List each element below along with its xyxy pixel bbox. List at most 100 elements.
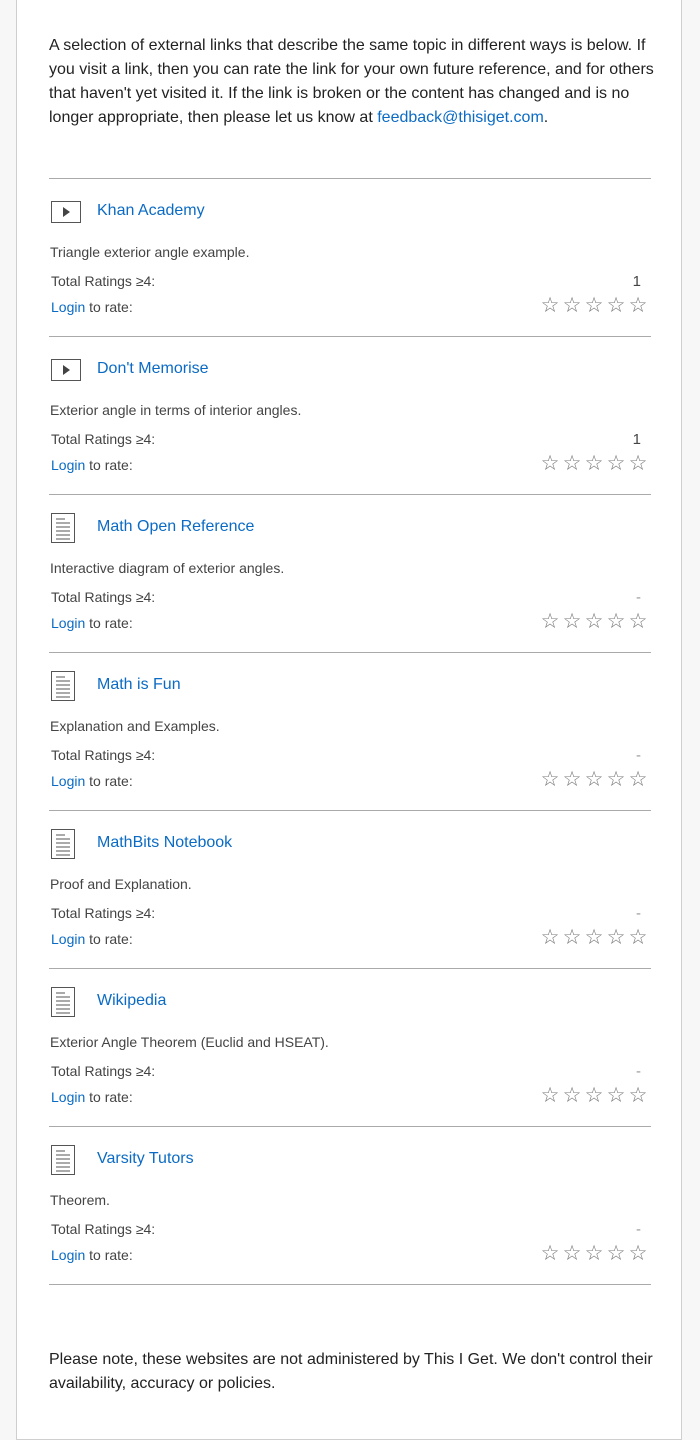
star-1-icon[interactable]: ☆ bbox=[539, 1084, 561, 1106]
star-rating: ☆ ☆ ☆ ☆ ☆ bbox=[539, 294, 649, 316]
to-rate-label: to rate: bbox=[85, 931, 133, 947]
star-4-icon[interactable]: ☆ bbox=[605, 294, 627, 316]
document-icon bbox=[51, 513, 81, 543]
link-title[interactable]: Math is Fun bbox=[97, 675, 181, 695]
login-link[interactable]: Login bbox=[51, 299, 85, 315]
disclaimer-note: Please note, these websites are not admi… bbox=[49, 1351, 653, 1392]
star-4-icon[interactable]: ☆ bbox=[605, 926, 627, 948]
login-link[interactable]: Login bbox=[51, 457, 85, 473]
document-icon bbox=[51, 829, 81, 859]
login-link[interactable]: Login bbox=[51, 1247, 85, 1263]
rate-prompt: Login to rate: bbox=[51, 930, 133, 948]
star-4-icon[interactable]: ☆ bbox=[605, 610, 627, 632]
star-4-icon[interactable]: ☆ bbox=[605, 452, 627, 474]
link-description: Exterior Angle Theorem (Euclid and HSEAT… bbox=[50, 1034, 329, 1050]
total-ratings-label: Total Ratings ≥4: bbox=[51, 589, 156, 605]
star-3-icon[interactable]: ☆ bbox=[583, 610, 605, 632]
total-ratings-value: - bbox=[636, 1221, 641, 1238]
star-1-icon[interactable]: ☆ bbox=[539, 768, 561, 790]
total-ratings-label: Total Ratings ≥4: bbox=[51, 1221, 156, 1237]
link-item: MathBits Notebook Proof and Explanation. T… bbox=[49, 811, 651, 969]
to-rate-label: to rate: bbox=[85, 1089, 133, 1105]
star-rating: ☆ ☆ ☆ ☆ ☆ bbox=[539, 926, 649, 948]
link-description: Explanation and Examples. bbox=[50, 718, 220, 734]
to-rate-label: to rate: bbox=[85, 1247, 133, 1263]
rate-prompt: Login to rate: bbox=[51, 1088, 133, 1106]
total-ratings-value: 1 bbox=[632, 273, 641, 290]
star-2-icon[interactable]: ☆ bbox=[561, 1084, 583, 1106]
star-5-icon[interactable]: ☆ bbox=[627, 1242, 649, 1264]
link-item: Wikipedia Exterior Angle Theorem (Euclid … bbox=[49, 969, 651, 1127]
star-4-icon[interactable]: ☆ bbox=[605, 768, 627, 790]
login-link[interactable]: Login bbox=[51, 773, 85, 789]
star-4-icon[interactable]: ☆ bbox=[605, 1084, 627, 1106]
star-1-icon[interactable]: ☆ bbox=[539, 610, 561, 632]
total-ratings-value: 1 bbox=[632, 431, 641, 448]
star-2-icon[interactable]: ☆ bbox=[561, 452, 583, 474]
link-description: Proof and Explanation. bbox=[50, 876, 192, 892]
link-description: Exterior angle in terms of interior angl… bbox=[50, 402, 302, 418]
rate-prompt: Login to rate: bbox=[51, 456, 133, 474]
star-5-icon[interactable]: ☆ bbox=[627, 926, 649, 948]
link-title[interactable]: Math Open Reference bbox=[97, 517, 254, 537]
rate-prompt: Login to rate: bbox=[51, 1246, 133, 1264]
star-2-icon[interactable]: ☆ bbox=[561, 610, 583, 632]
star-2-icon[interactable]: ☆ bbox=[561, 294, 583, 316]
star-2-icon[interactable]: ☆ bbox=[561, 926, 583, 948]
login-link[interactable]: Login bbox=[51, 615, 85, 631]
star-4-icon[interactable]: ☆ bbox=[605, 1242, 627, 1264]
star-rating: ☆ ☆ ☆ ☆ ☆ bbox=[539, 452, 649, 474]
link-title[interactable]: Wikipedia bbox=[97, 991, 166, 1011]
star-5-icon[interactable]: ☆ bbox=[627, 1084, 649, 1106]
star-1-icon[interactable]: ☆ bbox=[539, 294, 561, 316]
to-rate-label: to rate: bbox=[85, 457, 133, 473]
link-description: Triangle exterior angle example. bbox=[50, 244, 250, 260]
star-3-icon[interactable]: ☆ bbox=[583, 926, 605, 948]
total-ratings-label: Total Ratings ≥4: bbox=[51, 747, 156, 763]
link-description: Theorem. bbox=[50, 1192, 110, 1208]
feedback-email-link[interactable]: feedback@thisiget.com bbox=[377, 109, 544, 126]
login-link[interactable]: Login bbox=[51, 931, 85, 947]
star-3-icon[interactable]: ☆ bbox=[583, 452, 605, 474]
rate-prompt: Login to rate: bbox=[51, 772, 133, 790]
star-2-icon[interactable]: ☆ bbox=[561, 1242, 583, 1264]
total-ratings-label: Total Ratings ≥4: bbox=[51, 905, 156, 921]
total-ratings-value: - bbox=[636, 905, 641, 922]
rate-prompt: Login to rate: bbox=[51, 614, 133, 632]
link-title[interactable]: MathBits Notebook bbox=[97, 833, 232, 853]
video-play-icon bbox=[51, 201, 81, 231]
star-1-icon[interactable]: ☆ bbox=[539, 1242, 561, 1264]
link-item: Math Open Reference Interactive diagram o… bbox=[49, 495, 651, 653]
total-ratings-label: Total Ratings ≥4: bbox=[51, 431, 156, 447]
intro-end: . bbox=[543, 109, 549, 126]
link-item: Varsity Tutors Theorem. Total Ratings ≥4: -… bbox=[49, 1127, 651, 1285]
link-description: Interactive diagram of exterior angles. bbox=[50, 560, 285, 576]
star-5-icon[interactable]: ☆ bbox=[627, 294, 649, 316]
star-1-icon[interactable]: ☆ bbox=[539, 452, 561, 474]
link-title[interactable]: Varsity Tutors bbox=[97, 1149, 194, 1169]
star-rating: ☆ ☆ ☆ ☆ ☆ bbox=[539, 1084, 649, 1106]
document-icon bbox=[51, 671, 81, 701]
link-title[interactable]: Don't Memorise bbox=[97, 359, 209, 379]
star-3-icon[interactable]: ☆ bbox=[583, 294, 605, 316]
star-3-icon[interactable]: ☆ bbox=[583, 1242, 605, 1264]
link-title[interactable]: Khan Academy bbox=[97, 201, 205, 221]
document-icon bbox=[51, 1145, 81, 1175]
intro-text: A selection of external links that descr… bbox=[49, 37, 654, 126]
star-3-icon[interactable]: ☆ bbox=[583, 768, 605, 790]
login-link[interactable]: Login bbox=[51, 1089, 85, 1105]
star-5-icon[interactable]: ☆ bbox=[627, 452, 649, 474]
link-item: Khan Academy Triangle exterior angle exam… bbox=[49, 179, 651, 337]
to-rate-label: to rate: bbox=[85, 615, 133, 631]
star-5-icon[interactable]: ☆ bbox=[627, 610, 649, 632]
link-item: Math is Fun Explanation and Examples. Tota… bbox=[49, 653, 651, 811]
star-5-icon[interactable]: ☆ bbox=[627, 768, 649, 790]
to-rate-label: to rate: bbox=[85, 299, 133, 315]
total-ratings-label: Total Ratings ≥4: bbox=[51, 273, 156, 289]
star-rating: ☆ ☆ ☆ ☆ ☆ bbox=[539, 610, 649, 632]
star-1-icon[interactable]: ☆ bbox=[539, 926, 561, 948]
star-2-icon[interactable]: ☆ bbox=[561, 768, 583, 790]
star-3-icon[interactable]: ☆ bbox=[583, 1084, 605, 1106]
star-rating: ☆ ☆ ☆ ☆ ☆ bbox=[539, 1242, 649, 1264]
total-ratings-value: - bbox=[636, 747, 641, 764]
